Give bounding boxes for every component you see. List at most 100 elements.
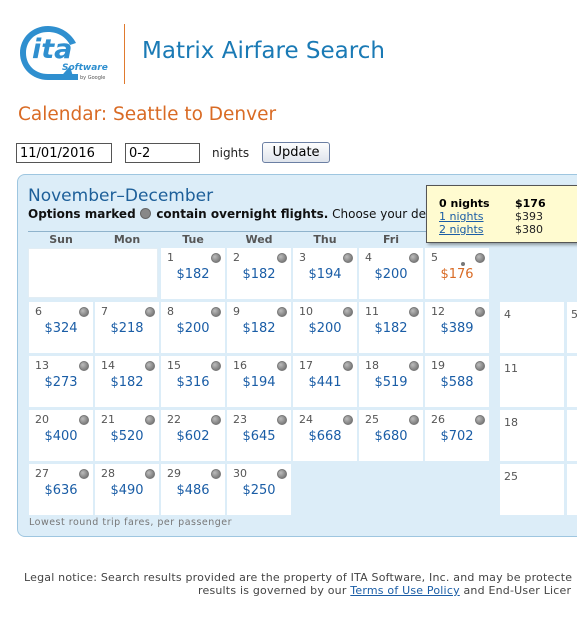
calendar-day-cell[interactable]: 18 $519 xyxy=(359,356,423,407)
departure-date-input[interactable] xyxy=(16,143,112,163)
day-price[interactable]: $389 xyxy=(425,321,489,336)
day-price[interactable]: $273 xyxy=(29,375,93,390)
calendar-day-cell[interactable]: 9 $182 xyxy=(227,302,291,353)
day-price[interactable]: $519 xyxy=(359,375,423,390)
day-price[interactable]: $200 xyxy=(293,321,357,336)
next-month-day-cell[interactable]: 11 xyxy=(500,356,564,407)
next-month-day-cell[interactable] xyxy=(567,410,577,461)
day-price[interactable]: $520 xyxy=(95,429,159,444)
tooltip-nights: 0 nights xyxy=(439,197,490,210)
calendar-day-cell[interactable]: 22 $602 xyxy=(161,410,225,461)
calendar-day-cell[interactable]: 17 $441 xyxy=(293,356,357,407)
calendar-day-cell[interactable]: 16 $194 xyxy=(227,356,291,407)
day-price[interactable]: $588 xyxy=(425,375,489,390)
day-price[interactable]: $636 xyxy=(29,483,93,498)
overnight-icon xyxy=(277,307,287,317)
calendar-day-cell[interactable]: 2 $182 xyxy=(227,248,291,299)
calendar-day-cell[interactable]: 24 $668 xyxy=(293,410,357,461)
day-price[interactable]: $668 xyxy=(293,429,357,444)
overnight-icon xyxy=(343,415,353,425)
terms-of-use-link[interactable]: Terms of Use Policy xyxy=(350,584,459,597)
day-price[interactable]: $400 xyxy=(29,429,93,444)
calendar-day-cell[interactable]: 25 $680 xyxy=(359,410,423,461)
page-title: Calendar: Seattle to Denver xyxy=(18,104,277,125)
tooltip-row: 0 nights $176 xyxy=(439,197,577,210)
tooltip-row[interactable]: 2 nights $380 xyxy=(439,223,577,236)
tooltip-row[interactable]: 1 nights $393 xyxy=(439,210,577,223)
day-price[interactable]: $218 xyxy=(95,321,159,336)
day-price[interactable]: $324 xyxy=(29,321,93,336)
overnight-icon xyxy=(277,253,287,263)
day-price[interactable]: $194 xyxy=(227,375,291,390)
calendar-day-cell[interactable]: 29 $486 xyxy=(161,464,225,515)
day-price[interactable]: $182 xyxy=(227,267,291,282)
day-price[interactable]: $602 xyxy=(161,429,225,444)
calendar-day-cell-selected[interactable]: 5 $176 xyxy=(425,248,489,299)
day-price[interactable]: $182 xyxy=(161,267,225,282)
overnight-icon xyxy=(475,415,485,425)
next-month-day-cell[interactable]: 4 xyxy=(500,302,564,353)
calendar-day-cell[interactable]: 30 $250 xyxy=(227,464,291,515)
day-price[interactable]: $250 xyxy=(227,483,291,498)
day-number: 19 xyxy=(431,359,445,372)
day-price[interactable]: $200 xyxy=(161,321,225,336)
day-price[interactable]: $182 xyxy=(359,321,423,336)
day-price[interactable]: $486 xyxy=(161,483,225,498)
day-number: 20 xyxy=(35,413,49,426)
dow-wed: Wed xyxy=(245,233,273,246)
tooltip-nights-link[interactable]: 2 nights xyxy=(439,223,484,236)
calendar-day-cell[interactable]: 11 $182 xyxy=(359,302,423,353)
day-number: 18 xyxy=(504,416,518,429)
calendar-day-cell[interactable]: 1 $182 xyxy=(161,248,225,299)
day-price[interactable]: $490 xyxy=(95,483,159,498)
calendar-day-cell[interactable]: 10 $200 xyxy=(293,302,357,353)
nights-range-input[interactable] xyxy=(125,143,200,163)
calendar-day-cell[interactable]: 28 $490 xyxy=(95,464,159,515)
update-button[interactable]: Update xyxy=(262,142,330,163)
dow-tue: Tue xyxy=(182,233,204,246)
calendar-day-cell[interactable]: 7 $218 xyxy=(95,302,159,353)
calendar-day-cell[interactable]: 21 $520 xyxy=(95,410,159,461)
calendar-day-cell[interactable]: 14 $182 xyxy=(95,356,159,407)
day-number: 27 xyxy=(35,467,49,480)
next-month-day-cell[interactable]: 18 xyxy=(500,410,564,461)
day-price[interactable]: $702 xyxy=(425,429,489,444)
calendar-day-cell[interactable]: 26 $702 xyxy=(425,410,489,461)
day-number: 11 xyxy=(504,362,518,375)
ita-logo[interactable]: ita Software by Google xyxy=(18,22,110,84)
calendar-day-cell[interactable]: 27 $636 xyxy=(29,464,93,515)
day-price[interactable]: $182 xyxy=(95,375,159,390)
calendar-day-cell[interactable]: 12 $389 xyxy=(425,302,489,353)
overnight-icon xyxy=(145,469,155,479)
cursor-marker-icon xyxy=(461,262,465,266)
overnight-icon xyxy=(79,361,89,371)
day-price[interactable]: $441 xyxy=(293,375,357,390)
calendar-day-cell[interactable]: 3 $194 xyxy=(293,248,357,299)
calendar-day-cell[interactable]: 6 $324 xyxy=(29,302,93,353)
calendar-empty-cell xyxy=(28,248,158,298)
day-price[interactable]: $194 xyxy=(293,267,357,282)
day-price[interactable]: $645 xyxy=(227,429,291,444)
next-month-day-cell[interactable]: 5 xyxy=(567,302,577,353)
overnight-icon xyxy=(79,469,89,479)
day-price[interactable]: $680 xyxy=(359,429,423,444)
calendar-day-cell[interactable]: 23 $645 xyxy=(227,410,291,461)
overnight-icon xyxy=(277,361,287,371)
header-divider xyxy=(124,24,125,84)
day-price[interactable]: $182 xyxy=(227,321,291,336)
next-month-day-cell[interactable] xyxy=(567,464,577,515)
day-price[interactable]: $316 xyxy=(161,375,225,390)
day-number: 5 xyxy=(571,308,577,321)
next-month-day-cell[interactable]: 25 xyxy=(500,464,564,515)
calendar-day-cell[interactable]: 20 $400 xyxy=(29,410,93,461)
day-price[interactable]: $200 xyxy=(359,267,423,282)
calendar-day-cell[interactable]: 13 $273 xyxy=(29,356,93,407)
nights-label: nights xyxy=(212,146,250,160)
next-month-day-cell[interactable] xyxy=(567,356,577,407)
calendar-day-cell[interactable]: 4 $200 xyxy=(359,248,423,299)
calendar-day-cell[interactable]: 19 $588 xyxy=(425,356,489,407)
calendar-day-cell[interactable]: 8 $200 xyxy=(161,302,225,353)
day-price[interactable]: $176 xyxy=(425,267,489,282)
tooltip-nights-link[interactable]: 1 nights xyxy=(439,210,484,223)
calendar-day-cell[interactable]: 15 $316 xyxy=(161,356,225,407)
